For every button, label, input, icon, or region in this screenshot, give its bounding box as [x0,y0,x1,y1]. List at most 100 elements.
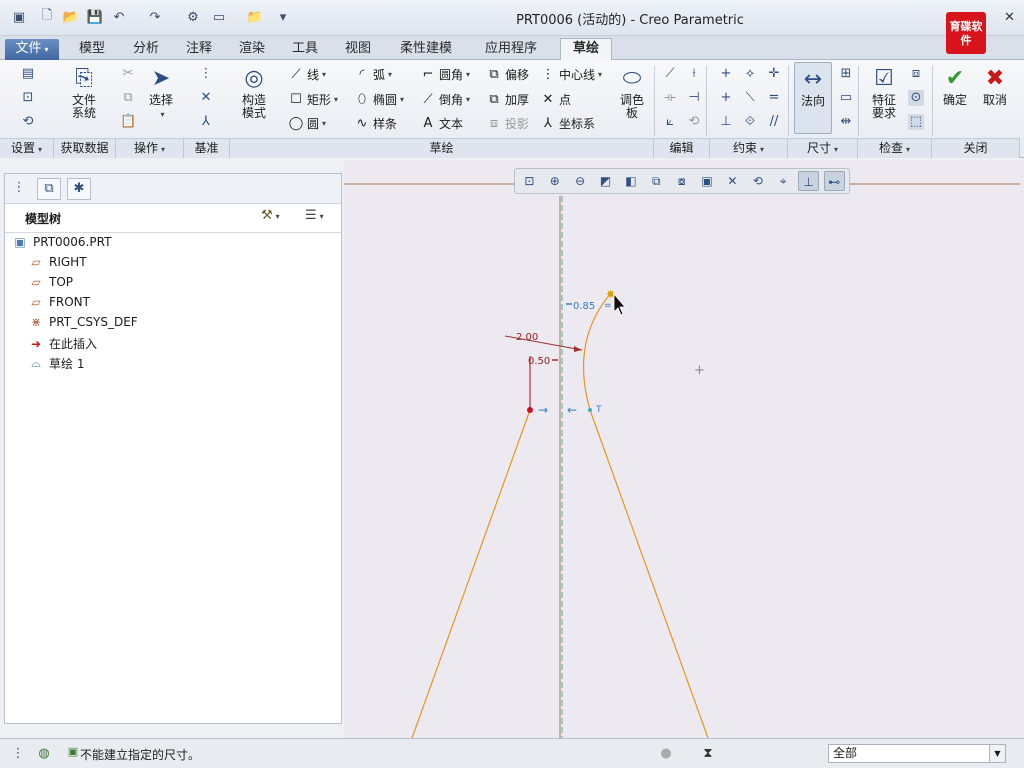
file-system-button[interactable]: ⎘ 文件 系统 [66,64,102,120]
offset-button[interactable]: ⧉ 偏移 [486,66,529,83]
circle-button[interactable]: ◯ 圆 ▾ [288,115,326,132]
folder-browser-tab[interactable]: ⧉ [37,178,61,200]
tree-item-sketch[interactable]: ⌓ 草绘 1 [27,355,84,372]
navigator-toggle-icon[interactable]: ⋮ [8,744,28,764]
tree-item-front[interactable]: ▱ FRONT [27,295,90,309]
open-icon[interactable]: 📂 [62,8,80,26]
dimension-value-085[interactable]: 0.85 [573,301,595,312]
tangent-constraint-icon[interactable]: ⟡ [742,66,758,82]
close-window-icon[interactable]: 📁 [246,8,264,26]
copy-icon[interactable]: ⧉ [120,90,136,106]
mirror-icon[interactable]: ⟛ [662,90,678,106]
centerline-button[interactable]: ⋮ 中心线 ▾ [540,66,603,83]
symmetric-constraint-icon[interactable]: ⟐ [742,114,758,130]
ellipse-button[interactable]: ⬯ 椭圆 ▾ [354,91,404,108]
undo-icon[interactable]: ↶ [110,8,128,26]
cut-icon[interactable]: ✂ [120,66,136,82]
tree-item-insert-here[interactable]: ➜ 在此插入 [27,335,97,352]
chamfer-button[interactable]: ⟋ 倒角 ▾ [420,91,470,108]
construction-mode-button[interactable]: ◎ 构造 模式 [236,64,272,120]
saved-views-icon[interactable]: ⧉ [646,171,667,191]
regenerate-icon[interactable]: ⚙ [184,8,202,26]
tab-analysis[interactable]: 分析 [120,39,172,60]
group-constrain[interactable]: 约束 ▾ [710,138,788,158]
tab-render[interactable]: 渲染 [226,39,278,60]
baseline-icon[interactable]: ▭ [838,90,854,106]
browser-toggle-icon[interactable]: ◍ [34,744,54,764]
references-icon[interactable]: ⊡ [20,90,36,106]
sketch-view-icon[interactable]: ⌖ [773,171,794,191]
group-setup[interactable]: 设置 ▾ [0,138,54,158]
overlapping-geometry-icon[interactable]: ⧈ [908,66,924,82]
model-tree-tab[interactable]: ⋮ [7,178,31,200]
datum-centerline-icon[interactable]: ⋮ [198,66,214,82]
normal-dimension-button[interactable]: ↔ 法向 [794,62,832,134]
group-inspect[interactable]: 检查 ▾ [858,138,932,158]
delete-segment-icon[interactable]: ⟊ [686,66,702,82]
tree-filters-icon[interactable]: ☰ ▾ [305,208,324,223]
ok-button[interactable]: ✔ 确定 [938,64,972,107]
repaint-icon[interactable]: ◩ [595,171,616,191]
zoom-out-icon[interactable]: ⊖ [570,171,591,191]
group-dimension[interactable]: 尺寸 ▾ [788,138,858,158]
coincident-constraint-icon[interactable]: ⟍ [742,90,758,106]
datum-display-icon[interactable]: ✕ [722,171,743,191]
redo-icon[interactable]: ↷ [146,8,164,26]
disp-constraints-icon[interactable]: ⊷ [823,171,845,191]
sketch-setup-icon[interactable]: ▤ [20,66,36,82]
csys-button[interactable]: ⅄ 坐标系 [540,115,595,132]
select-button[interactable]: ➤ 选择▾ [146,64,176,121]
parallel-constraint-icon[interactable]: // [766,114,782,130]
windows-icon[interactable]: ▭ [210,8,228,26]
highlight-open-ends-icon[interactable]: ⊙ [908,90,924,106]
group-operations[interactable]: 操作 ▾ [116,138,184,158]
corner-icon[interactable]: ⊣ [686,90,702,106]
tree-item-right[interactable]: ▱ RIGHT [27,255,86,269]
perspective-icon[interactable]: ▣ [697,171,718,191]
tab-model[interactable]: 模型 [66,39,118,60]
tree-settings-icon[interactable]: ⚒ ▾ [261,208,280,223]
zoom-in-icon[interactable]: ⊕ [544,171,565,191]
selection-filter[interactable]: 全部 ▼ [828,744,1006,763]
spline-button[interactable]: ∿ 样条 [354,115,397,132]
text-button[interactable]: A 文本 [420,115,463,132]
refit-icon[interactable]: ⊡ [519,171,540,191]
view-manager-icon[interactable]: ⧇ [671,171,692,191]
find-icon[interactable]: ⧗ [698,744,718,764]
dimension-value-050[interactable]: 0.50 [528,356,550,367]
spin-center-icon[interactable]: ⟲ [747,171,768,191]
tree-item-csys[interactable]: ⋇ PRT_CSYS_DEF [27,315,138,329]
close-window-button[interactable]: ✕ [1004,10,1015,25]
vertical-constraint-icon[interactable]: + [718,66,734,82]
tab-applications[interactable]: 应用程序 [470,39,552,60]
cancel-button[interactable]: ✖ 取消 [978,64,1012,107]
favorites-tab[interactable]: ✱ [67,178,91,200]
horizontal-constraint-icon[interactable]: + [718,90,734,106]
tree-item-top[interactable]: ▱ TOP [27,275,73,289]
display-style-icon[interactable]: ◧ [621,171,642,191]
equal-constraint-icon[interactable]: = [766,90,782,106]
sketch-view-icon[interactable]: ⟲ [20,114,36,130]
paste-icon[interactable]: 📋 [120,114,136,130]
reference-dimension-icon[interactable]: ⇹ [838,114,854,130]
line-button[interactable]: ⟋ 线 ▾ [288,66,326,83]
datum-point-icon[interactable]: ✕ [198,90,214,106]
tab-tools[interactable]: 工具 [279,39,331,60]
tab-annotate[interactable]: 注释 [173,39,225,60]
point-button[interactable]: ✕ 点 [540,91,571,108]
thicken-button[interactable]: ⧉ 加厚 [486,91,529,108]
divide-icon[interactable]: ⟀ [662,114,678,130]
midpoint-constraint-icon[interactable]: ✛ [766,66,782,82]
rotate-resize-icon[interactable]: ⟲ [686,114,702,130]
save-icon[interactable]: 💾 [86,8,104,26]
perimeter-icon[interactable]: ⊞ [838,66,854,82]
rectangle-button[interactable]: ☐ 矩形 ▾ [288,91,338,108]
shade-closed-loops-icon[interactable]: ⬚ [908,114,924,130]
project-button[interactable]: ⧈ 投影 [486,115,529,132]
graphics-canvas[interactable]: → ← T 0.85 2.00 0.50 ✸ = + [344,160,1024,738]
perpendicular-constraint-icon[interactable]: ⊥ [718,114,734,130]
tab-flexible-modeling[interactable]: 柔性建模 [388,39,464,60]
tree-item-part[interactable]: ▣ PRT0006.PRT [11,235,111,249]
tab-sketch[interactable]: 草绘 [560,38,612,61]
dimension-value-200[interactable]: 2.00 [516,332,538,343]
